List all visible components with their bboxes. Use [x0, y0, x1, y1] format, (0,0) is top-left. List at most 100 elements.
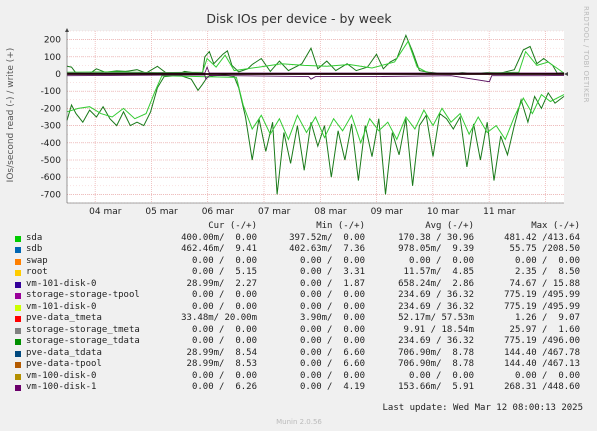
legend-swatch	[15, 362, 21, 368]
legend-max: 25.97 / 1.60	[509, 324, 580, 335]
legend-name: swap	[26, 255, 48, 266]
legend-row: vm-100-disk-0 0.00 / 0.00 0.00 / 0.00 0.00 …	[0, 371, 597, 383]
legend-swatch	[15, 293, 21, 299]
legend-min: 0.00 / 4.19	[299, 382, 365, 392]
legend-cur: 0.00 / 0.00	[191, 301, 257, 312]
legend-avg: 0.00 / 0.00	[408, 370, 474, 381]
legend-max: 481.42 /413.64	[504, 232, 580, 243]
y-tick-label: -400	[41, 139, 62, 149]
legend-max: 268.31 /448.60	[504, 382, 580, 392]
legend-row: sdb 462.46m/ 9.41 402.63m/ 7.36 978.05m/ 9.…	[0, 244, 597, 256]
legend-max: 0.00 / 0.00	[514, 370, 580, 381]
legend-name: storage-storage-tpool	[26, 290, 140, 300]
legend-row: vm-101-disk-0 0.00 / 0.00 0.00 / 0.00 234.6…	[0, 302, 597, 314]
x-tick-label: 10 mar	[427, 207, 460, 217]
y-axis-arrow	[65, 28, 69, 32]
y-tick-label: -100	[41, 87, 62, 97]
header-avg: Avg (-/+)	[425, 221, 474, 231]
x-tick-label: 05 mar	[145, 207, 178, 217]
legend-row: root 0.00 / 5.15 0.00 / 3.31 11.57m/ 4.85 2.…	[0, 267, 597, 279]
legend-max: 144.40 /467.13	[504, 359, 580, 369]
legend-name: pve-data_tmeta	[26, 313, 102, 323]
x-tick-label: 09 mar	[371, 207, 404, 217]
legend-name: vm-101-disk-0	[26, 301, 97, 312]
y-tick-label: -600	[41, 173, 62, 183]
legend-avg: 0.00 / 0.00	[408, 255, 474, 266]
legend-row: pve-data_tmeta 33.48m/ 20.00m 3.90m/ 0.00 5…	[0, 313, 597, 325]
legend-swatch	[15, 339, 21, 345]
legend-min: 0.00 / 6.60	[299, 359, 365, 369]
legend-min: 402.63m/ 7.36	[289, 244, 365, 254]
legend-name: sdb	[26, 244, 43, 254]
disk-io-graph: Disk IOs per device - by week IOs/second…	[6, 6, 590, 217]
x-tick-label: 11 mar	[483, 207, 516, 217]
legend-avg: 170.38 / 30.96	[398, 232, 474, 243]
legend-row: pve-data_tdata 28.99m/ 8.54 0.00 / 6.60 706…	[0, 348, 597, 360]
legend-min: 0.00 / 0.00	[299, 255, 365, 266]
legend-name: vm-100-disk-1	[26, 382, 97, 392]
legend-row: sda 400.00m/ 0.00 397.52m/ 0.00 170.38 / 30…	[0, 233, 597, 245]
legend-min: 0.00 / 0.00	[299, 324, 365, 335]
legend-max: 1.26 / 9.07	[514, 313, 580, 323]
legend-swatch	[15, 373, 21, 380]
legend-cur: 28.99m/ 8.53	[186, 359, 257, 369]
legend-max: 2.35 / 8.50	[514, 267, 580, 277]
legend-name: pve-data_tdata	[26, 347, 102, 358]
legend-min: 0.00 / 0.00	[299, 301, 365, 312]
legend-row: storage-storage-tpool 0.00 / 0.00 0.00 / 0…	[0, 290, 597, 302]
legend-avg: 234.69 / 36.32	[398, 301, 474, 312]
legend-max: 775.19 /495.99	[504, 290, 580, 300]
legend-cur: 0.00 / 5.15	[191, 267, 257, 277]
legend-min: 0.00 / 6.60	[299, 347, 365, 358]
header-cur: Cur (-/+)	[208, 221, 257, 231]
legend-cur: 0.00 / 0.00	[191, 336, 257, 346]
legend-cur: 0.00 / 0.00	[191, 255, 257, 266]
legend-cur: 28.99m/ 8.54	[186, 347, 257, 358]
legend-swatch	[15, 258, 21, 265]
legend-cur: 0.00 / 0.00	[191, 370, 257, 381]
legend-swatch	[15, 304, 21, 311]
legend-avg: 52.17m/ 57.53m	[398, 313, 474, 323]
x-tick-label: 08 mar	[314, 207, 347, 217]
legend-avg: 234.69 / 36.32	[398, 290, 474, 300]
legend-name: root	[26, 267, 48, 277]
x-tick-label: 07 mar	[258, 207, 291, 217]
legend-row: vm-101-disk-0 28.99m/ 2.27 0.00 / 1.87 658.…	[0, 279, 597, 291]
legend-name: vm-101-disk-0	[26, 278, 97, 289]
legend-avg: 706.90m/ 8.78	[398, 359, 474, 369]
legend-rows: sda 400.00m/ 0.00 397.52m/ 0.00 170.38 / 30…	[0, 233, 597, 394]
legend-avg: 706.90m/ 8.78	[398, 347, 474, 358]
legend-cur: 400.00m/ 0.00	[181, 232, 257, 243]
legend-cur: 33.48m/ 20.00m	[181, 313, 257, 323]
legend-cur: 462.46m/ 9.41	[181, 244, 257, 254]
legend-min: 0.00 / 3.31	[299, 267, 365, 277]
legend-name: pve-data-tpool	[26, 359, 102, 369]
legend-header: Cur (-/+) Min (-/+) Avg (-/+) Max (-/+)	[0, 221, 597, 233]
y-tick-label: 200	[44, 36, 61, 46]
last-update: Last update: Wed Mar 12 08:00:13 2025	[382, 403, 583, 413]
legend-max: 74.67 / 15.88	[509, 278, 580, 289]
legend-row: storage-storage_tmeta 0.00 / 0.00 0.00 / 0…	[0, 325, 597, 337]
legend-cur: 0.00 / 0.00	[191, 290, 257, 300]
legend-swatch	[15, 385, 21, 391]
legend-min: 0.00 / 1.87	[299, 278, 365, 289]
legend-max: 0.00 / 0.00	[514, 255, 580, 266]
header-min: Min (-/+)	[316, 221, 365, 231]
munin-version: Munin 2.0.56	[276, 418, 322, 426]
legend-swatch	[15, 235, 21, 242]
legend-avg: 153.66m/ 5.91	[398, 382, 474, 392]
legend-row: pve-data-tpool 28.99m/ 8.53 0.00 / 6.60 706…	[0, 359, 597, 371]
legend-swatch	[15, 327, 21, 334]
legend-avg: 9.91 / 18.54m	[403, 324, 474, 335]
legend-max: 55.75 /208.50	[509, 244, 580, 254]
legend-swatch	[15, 270, 21, 276]
legend-row: swap 0.00 / 0.00 0.00 / 0.00 0.00 / 0.00 0.0…	[0, 256, 597, 268]
legend-avg: 11.57m/ 4.85	[403, 267, 474, 277]
chart-title: Disk IOs per device - by week	[206, 11, 392, 26]
legend-row: storage-storage_tdata 0.00 / 0.00 0.00 / 0…	[0, 336, 597, 348]
legend-avg: 658.24m/ 2.86	[398, 278, 474, 289]
y-tick-label: 100	[44, 53, 61, 63]
y-tick-label: -200	[41, 104, 62, 114]
legend-min: 0.00 / 0.00	[299, 370, 365, 381]
legend-name: vm-100-disk-0	[26, 370, 97, 381]
